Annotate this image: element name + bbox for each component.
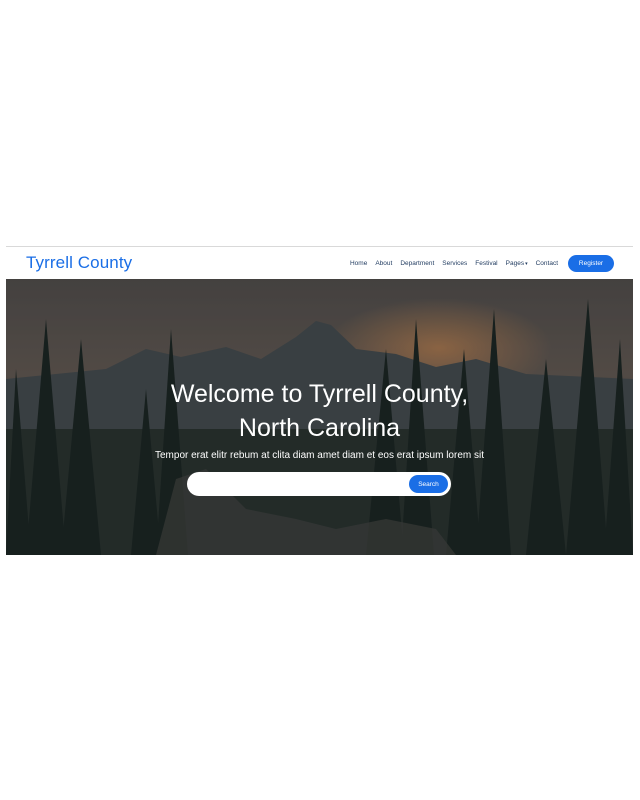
nav-department[interactable]: Department <box>400 260 434 267</box>
search-button[interactable]: Search <box>409 475 448 493</box>
search-bar: Search <box>187 472 451 496</box>
nav-menu: Home About Department Services Festival … <box>342 255 614 272</box>
nav-services[interactable]: Services <box>442 260 467 267</box>
hero-title-line1: Welcome to Tyrrell County, <box>170 380 469 408</box>
caret-down-icon: ▾ <box>525 260 528 267</box>
nav-pages-label: Pages <box>505 260 525 267</box>
brand-logo[interactable]: Tyrrell County <box>26 253 132 273</box>
nav-pages-dropdown[interactable]: Pages ▾ <box>506 260 528 267</box>
page-frame: Tyrrell County Home About Department Ser… <box>6 246 633 555</box>
hero-title-line2: North Carolina <box>238 414 401 442</box>
nav-home[interactable]: Home <box>350 260 367 267</box>
nav-contact[interactable]: Contact <box>536 260 558 267</box>
hero-subtitle: Tempor erat elitr rebum at clita diam am… <box>154 450 484 461</box>
navbar: Tyrrell County Home About Department Ser… <box>6 247 633 279</box>
search-input[interactable] <box>195 476 399 494</box>
register-button[interactable]: Register <box>568 255 614 272</box>
nav-festival[interactable]: Festival <box>475 260 497 267</box>
nav-about[interactable]: About <box>375 260 392 267</box>
hero-section: Welcome to Tyrrell County, North Carolin… <box>6 279 633 555</box>
